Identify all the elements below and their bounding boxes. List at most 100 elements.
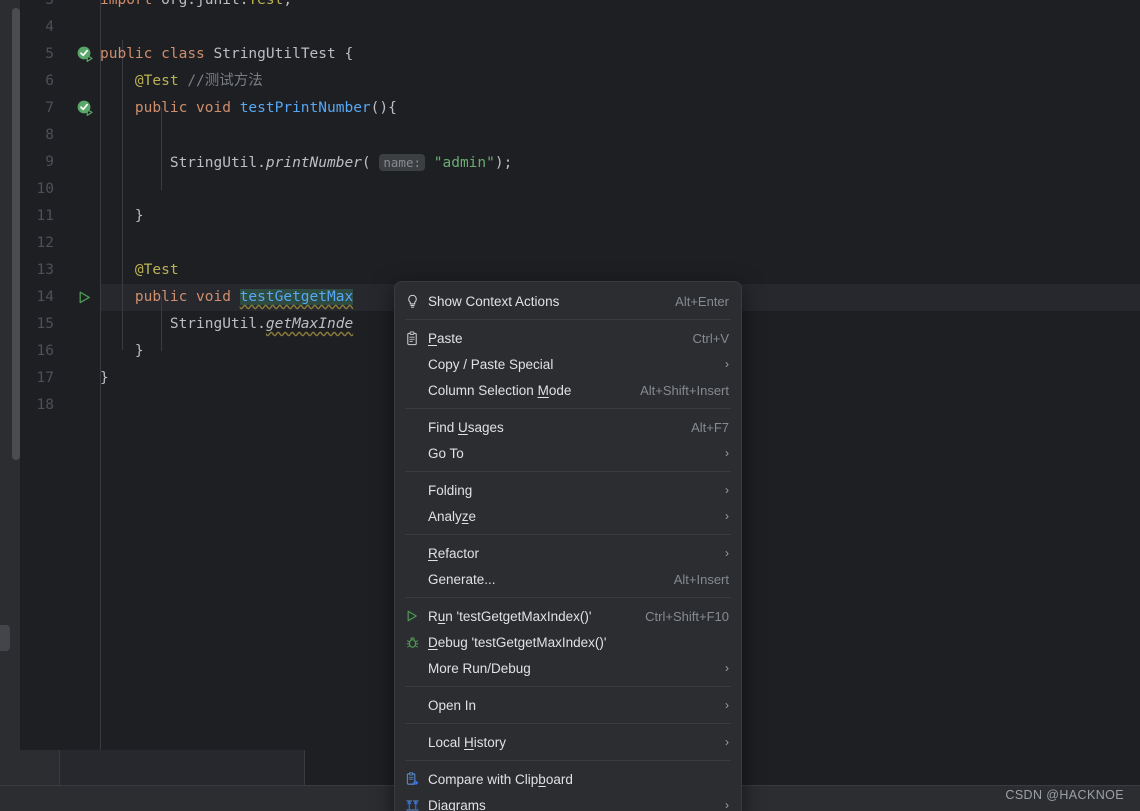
menu-item-compare-with-clipboard[interactable]: Compare with Clipboard [395, 766, 741, 792]
menu-item-go-to[interactable]: Go To › [395, 440, 741, 466]
line-number: 14 [36, 289, 54, 305]
menu-item-open-in[interactable]: Open In › [395, 692, 741, 718]
menu-separator [405, 597, 731, 598]
menu-item-label: Refactor [428, 545, 480, 561]
menu-item-shortcut: Ctrl+V [692, 330, 729, 346]
menu-item-label: Find Usages [428, 419, 504, 435]
menu-separator [405, 534, 731, 535]
menu-item-label: Copy / Paste Special [428, 356, 554, 372]
no-icon [405, 545, 425, 561]
menu-separator [405, 319, 731, 320]
menu-item-shortcut: Ctrl+Shift+F10 [645, 608, 729, 624]
chevron-right-icon: › [725, 798, 729, 811]
code-line-3: import org.junit.Test; [100, 0, 1140, 14]
editor-vertical-scrollbar[interactable] [12, 8, 20, 460]
menu-item-mnemonic: b [538, 771, 546, 787]
menu-item-local-history[interactable]: Local History › [395, 729, 741, 755]
token-method-selected: testGetgetMax [239, 289, 354, 305]
menu-item-generate[interactable]: Generate... Alt+Insert [395, 566, 741, 592]
menu-item-run-test[interactable]: Run 'testGetgetMaxIndex()' Ctrl+Shift+F1… [395, 603, 741, 629]
menu-item-folding[interactable]: Folding › [395, 477, 741, 503]
menu-item-mnemonic: U [458, 419, 468, 435]
line-number: 13 [36, 262, 54, 278]
line-number: 9 [45, 154, 54, 170]
no-icon [405, 419, 425, 435]
run-test-success-icon[interactable] [77, 46, 94, 63]
menu-item-debug-test[interactable]: Debug 'testGetgetMaxIndex()' [395, 629, 741, 655]
editor-context-menu[interactable]: Show Context Actions Alt+Enter Paste Ctr… [394, 281, 742, 811]
line-number: 3 [45, 0, 54, 8]
menu-item-mnemonic: P [428, 330, 438, 346]
menu-item-analyze[interactable]: Analyze › [395, 503, 741, 529]
compare-clipboard-icon [405, 771, 425, 787]
no-icon [405, 660, 425, 676]
menu-item-label: Folding [428, 482, 473, 498]
menu-separator [405, 686, 731, 687]
bottom-tab-strip-active[interactable] [60, 750, 305, 785]
run-icon[interactable] [77, 290, 94, 307]
code-line-5: public class StringUtilTest { [100, 41, 1140, 68]
token-classref: StringUtil. [169, 316, 266, 332]
menu-separator [405, 471, 731, 472]
token-punct: { [344, 46, 354, 62]
no-icon [405, 356, 425, 372]
token-classname: StringUtilTest [213, 46, 336, 62]
menu-item-more-run-debug[interactable]: More Run/Debug › [395, 655, 741, 681]
editor-gutter[interactable]: 3 4 5 6 7 8 9 10 11 12 13 14 15 16 17 18 [20, 0, 100, 750]
token-classref: StringUtil. [169, 155, 266, 171]
line-number: 12 [36, 235, 54, 251]
debug-icon [405, 634, 425, 650]
chevron-right-icon: › [725, 446, 729, 460]
token-keyword: class [161, 46, 205, 62]
menu-item-mnemonic: u [437, 608, 446, 624]
menu-item-label: Show Context Actions [428, 293, 560, 309]
menu-item-label: Column Selection Mode [428, 382, 572, 398]
token-punct: } [134, 208, 144, 224]
token-method: testPrintNumber [239, 100, 371, 116]
line-number: 5 [45, 46, 54, 62]
menu-item-label: Go To [428, 445, 464, 461]
code-line-7: public void testPrintNumber(){ [100, 95, 1140, 122]
menu-item-label: Generate... [428, 571, 496, 587]
token-annotation: @Test [134, 262, 179, 278]
menu-item-column-selection-mode[interactable]: Column Selection Mode Alt+Shift+Insert [395, 377, 741, 403]
menu-item-diagrams[interactable]: Diagrams › [395, 792, 741, 811]
token-punct: } [134, 343, 144, 359]
menu-item-paste[interactable]: Paste Ctrl+V [395, 325, 741, 351]
menu-item-shortcut: Alt+Insert [673, 571, 729, 587]
menu-item-label-rest: aste [437, 330, 463, 346]
chevron-right-icon: › [725, 735, 729, 749]
tool-window-stripe-button[interactable] [0, 625, 10, 651]
token-keyword: public [134, 100, 188, 116]
no-icon [405, 445, 425, 461]
menu-item-label: Run 'testGetgetMaxIndex()' [428, 608, 592, 624]
run-test-success-icon[interactable] [77, 100, 94, 117]
chevron-right-icon: › [725, 698, 729, 712]
no-icon [405, 697, 425, 713]
token-annotation: @Test [134, 73, 179, 89]
token-keyword: public [100, 46, 153, 62]
menu-item-mnemonic: D [428, 634, 438, 650]
menu-item-find-usages[interactable]: Find Usages Alt+F7 [395, 414, 741, 440]
code-line-13: @Test [100, 257, 1140, 284]
token-punct: (){ [370, 100, 397, 116]
menu-item-show-context-actions[interactable]: Show Context Actions Alt+Enter [395, 288, 741, 314]
chevron-right-icon: › [725, 483, 729, 497]
line-number: 16 [36, 343, 54, 359]
menu-item-mnemonic: H [464, 734, 474, 750]
code-line-9: StringUtil.printNumber( name: "admin"); [100, 149, 1140, 176]
menu-item-mnemonic: z [461, 508, 469, 524]
ide-window: 3 4 5 6 7 8 9 10 11 12 13 14 15 16 17 18 [0, 0, 1140, 811]
line-number: 10 [36, 181, 54, 197]
bottom-tab-strip-left[interactable] [0, 750, 60, 785]
menu-item-copy-paste-special[interactable]: Copy / Paste Special › [395, 351, 741, 377]
diagram-icon [405, 797, 425, 811]
token-method-call: getMaxInde [265, 316, 354, 332]
menu-item-refactor[interactable]: Refactor › [395, 540, 741, 566]
token-comment: //测试方法 [187, 73, 263, 89]
token-punct: ; [283, 0, 293, 8]
line-number: 15 [36, 316, 54, 332]
token-keyword: void [196, 289, 231, 305]
no-icon [405, 508, 425, 524]
menu-item-label: Open In [428, 697, 477, 713]
